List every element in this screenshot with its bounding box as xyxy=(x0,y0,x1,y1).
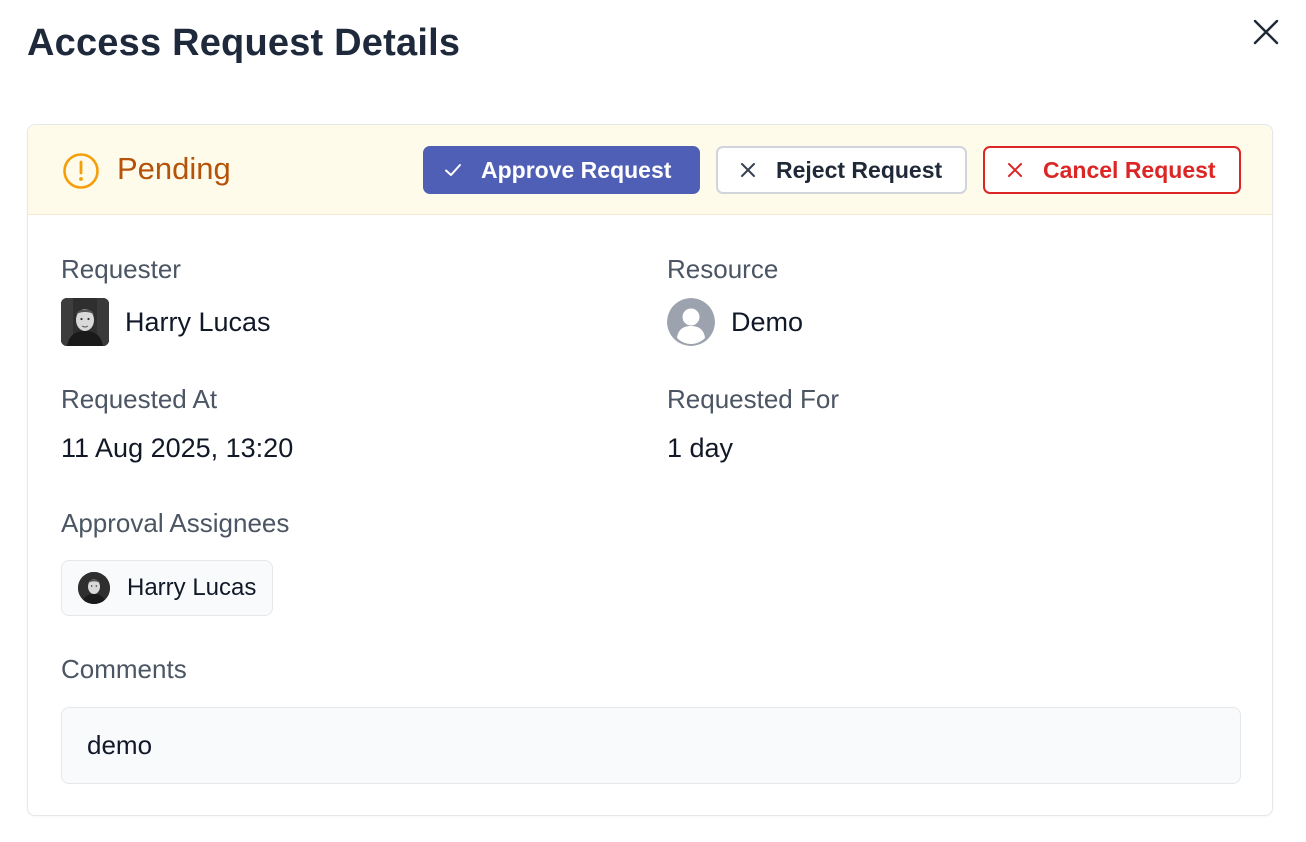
access-request-modal: Access Request Details Pending Approve R… xyxy=(0,0,1306,842)
assignee-avatar xyxy=(78,572,110,604)
status-bar: Pending Approve Request Reject Request C… xyxy=(28,125,1272,215)
requester-label: Requester xyxy=(61,254,181,284)
requested-at-label: Requested At xyxy=(61,384,218,414)
resource-label: Resource xyxy=(667,254,779,284)
x-icon xyxy=(1008,163,1022,177)
resource-name: Demo xyxy=(731,307,804,337)
assignee-chip: Harry Lucas xyxy=(61,560,273,616)
approve-request-label: Approve Request xyxy=(481,156,672,183)
check-icon xyxy=(445,164,461,176)
close-button[interactable] xyxy=(1250,16,1282,48)
status-label: Pending xyxy=(117,151,231,186)
modal-title: Access Request Details xyxy=(27,22,461,64)
default-user-avatar xyxy=(667,298,715,346)
assignee-name: Harry Lucas xyxy=(127,574,257,601)
requester-avatar xyxy=(61,298,109,346)
resource-avatar xyxy=(667,298,715,346)
reject-request-button[interactable]: Reject Request xyxy=(716,146,967,194)
requester-name: Harry Lucas xyxy=(125,307,271,337)
comment-text: demo xyxy=(87,730,153,760)
user-photo-avatar xyxy=(61,298,109,346)
comment-box: demo xyxy=(61,707,1241,784)
reject-request-label: Reject Request xyxy=(776,156,943,183)
approval-assignees-label: Approval Assignees xyxy=(61,508,290,538)
user-photo-avatar xyxy=(78,572,110,604)
requested-for-value: 1 day xyxy=(667,433,734,463)
comments-label: Comments xyxy=(61,654,187,684)
request-card: Pending Approve Request Reject Request C… xyxy=(27,124,1273,816)
x-icon xyxy=(741,163,755,177)
cancel-request-label: Cancel Request xyxy=(1043,156,1216,183)
close-icon xyxy=(1253,19,1279,45)
approve-request-button[interactable]: Approve Request xyxy=(423,146,700,194)
requested-for-label: Requested For xyxy=(667,384,839,414)
exclamation-circle-icon xyxy=(63,153,99,189)
requested-at-value: 11 Aug 2025, 13:20 xyxy=(61,433,294,463)
cancel-request-button[interactable]: Cancel Request xyxy=(983,146,1241,194)
